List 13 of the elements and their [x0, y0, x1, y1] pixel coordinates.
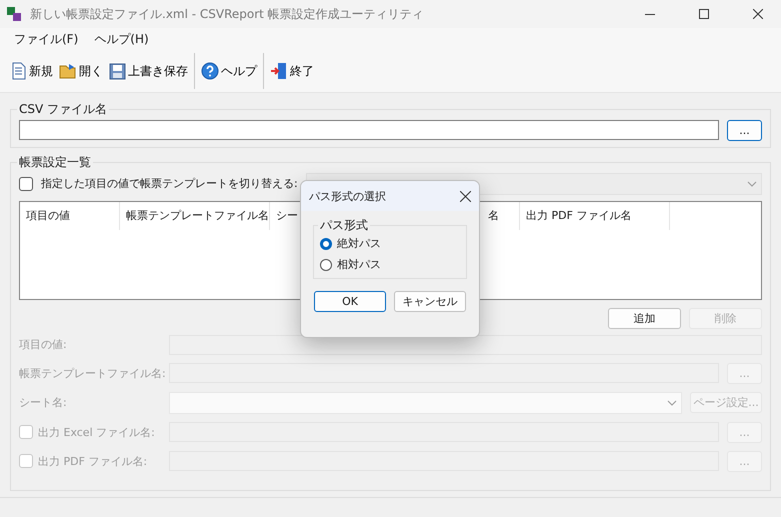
field-label: 出力 Excel ファイル名: [38, 424, 155, 440]
radio-label: 絶対パス [337, 236, 381, 251]
field-label: 出力 PDF ファイル名: [38, 454, 148, 469]
radio-label: 相対パス [337, 257, 381, 272]
dialog-title: パス形式の選択 [309, 188, 386, 204]
window-title: 新しい帳票設定ファイル.xml - CSVReport 帳票設定作成ユーティリティ [30, 6, 425, 22]
group-label: 帳票設定一覧 [18, 154, 92, 171]
group-label: パス形式 [319, 217, 369, 234]
field-label: シート名: [19, 395, 68, 410]
checkbox-label: 指定した項目の値で帳票テンプレートを切り替える: [41, 176, 298, 192]
field-label: 帳票テンプレートファイル名: [19, 366, 167, 381]
group-label: CSV ファイル名 [18, 100, 108, 118]
field-label: 項目の値: [19, 337, 68, 352]
